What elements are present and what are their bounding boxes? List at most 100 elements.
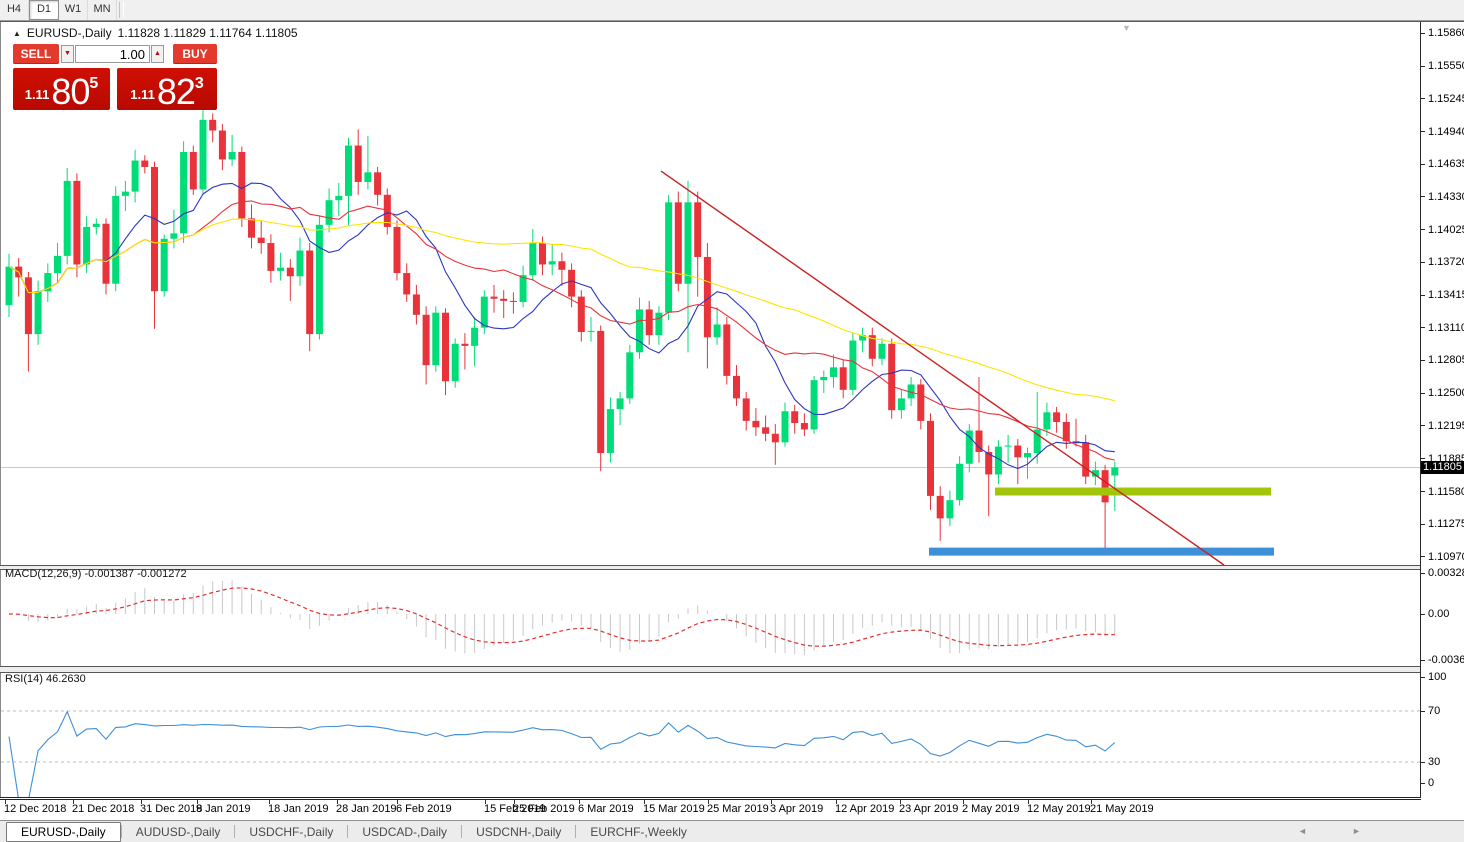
toolbar-separator	[119, 2, 124, 18]
tab-usdcnh-daily[interactable]: USDCNH-,Daily	[462, 823, 575, 841]
price-axis-label: 1.15245	[1428, 93, 1464, 105]
price-axis-label: 1.12500	[1428, 387, 1464, 399]
chart-tab-bar: EURUSD-,DailyAUDUSD-,DailyUSDCHF-,DailyU…	[0, 820, 1464, 842]
date-axis-label: 3 Apr 2019	[770, 803, 823, 815]
date-axis-label: 12 Apr 2019	[835, 803, 894, 815]
price-axis-label: 1.10970	[1428, 551, 1464, 563]
tab-scroll-right-icon[interactable]: ►	[1352, 826, 1361, 836]
buy-price-panel[interactable]: 1.11 82 3	[117, 68, 217, 110]
timeframe-toolbar: H4 D1 W1 MN	[0, 0, 1464, 21]
rsi-panel-splitter[interactable]	[0, 666, 1464, 673]
rsi-axis-label: 70	[1428, 705, 1440, 717]
rsi-axis-tick	[1421, 711, 1425, 712]
tf-button-w1[interactable]: W1	[59, 0, 88, 20]
sell-button[interactable]: SELL	[13, 44, 59, 64]
price-axis-label: 1.13415	[1428, 289, 1464, 301]
macd-indicator-label: MACD(12,26,9) -0.001387 -0.001272	[5, 568, 187, 580]
price-axis-tick	[1421, 196, 1425, 197]
sell-price-panel[interactable]: 1.11 80 5	[13, 68, 110, 110]
rsi-axis-tick	[1421, 783, 1425, 784]
price-axis-tick	[1421, 393, 1425, 394]
one-click-trading-panel: SELL ▼ ▲ BUY 1.11 80 5 1.11 82 3	[12, 44, 218, 110]
tab-usdchf-daily[interactable]: USDCHF-,Daily	[235, 823, 347, 841]
price-axis[interactable]: 1.158601.155501.152451.149401.146351.143…	[1421, 22, 1464, 819]
price-axis-tick	[1421, 229, 1425, 230]
price-axis-label: 1.13720	[1428, 256, 1464, 268]
sell-price-big: 80	[51, 77, 89, 107]
current-price-box: 1.11805	[1421, 461, 1464, 474]
rsi-axis-tick	[1421, 762, 1425, 763]
volume-decrease-button[interactable]: ▼	[61, 45, 74, 63]
macd-axis-tick	[1421, 573, 1425, 574]
buy-price-prefix: 1.11	[130, 87, 155, 102]
price-axis-tick	[1421, 425, 1425, 426]
price-axis-tick	[1421, 131, 1425, 132]
date-axis-label: 2 May 2019	[962, 803, 1019, 815]
price-axis-label: 1.12195	[1428, 420, 1464, 432]
rsi-axis-label: 0	[1428, 777, 1434, 789]
price-axis-label: 1.11580	[1428, 486, 1464, 498]
price-axis-label: 1.12805	[1428, 354, 1464, 366]
price-axis-label: 1.14025	[1428, 224, 1464, 236]
date-axis-label: 31 Dec 2018	[140, 803, 202, 815]
rsi-indicator-label: RSI(14) 46.2630	[5, 673, 86, 685]
macd-axis-tick	[1421, 614, 1425, 615]
date-axis-label: 28 Jan 2019	[336, 803, 397, 815]
buy-button[interactable]: BUY	[173, 44, 217, 64]
price-axis-label: 1.15550	[1428, 60, 1464, 72]
price-axis-tick	[1421, 327, 1425, 328]
price-axis-tick	[1421, 458, 1425, 459]
macd-axis-label: 0.00	[1428, 608, 1449, 620]
rsi-axis-label: 30	[1428, 756, 1440, 768]
date-axis-label: 23 Apr 2019	[899, 803, 958, 815]
rsi-axis-label: 100	[1428, 671, 1446, 683]
chart-ohlc-values: 1.11828 1.11829 1.11764 1.11805	[118, 26, 298, 40]
price-axis-tick	[1421, 360, 1425, 361]
price-axis-tick	[1421, 524, 1425, 525]
price-axis-tick	[1421, 295, 1425, 296]
date-axis-label: 18 Jan 2019	[268, 803, 329, 815]
price-axis-label: 1.14635	[1428, 158, 1464, 170]
price-axis-tick	[1421, 33, 1425, 34]
date-axis-label: 21 Dec 2018	[72, 803, 134, 815]
tab-audusd-daily[interactable]: AUDUSD-,Daily	[122, 823, 235, 841]
sell-price-sup: 5	[89, 75, 98, 93]
mt4-window: { "toolbar": {"buttons": ["H4", "D1", "W…	[0, 0, 1464, 842]
chart-symbol-period: EURUSD-,Daily	[27, 26, 112, 40]
date-axis[interactable]: 12 Dec 2018 21 Dec 2018 31 Dec 20189 Jan 2…	[0, 800, 1420, 819]
volume-input[interactable]	[75, 45, 150, 63]
chart-canvas[interactable]	[1, 22, 1420, 798]
tf-button-h4[interactable]: H4	[0, 0, 29, 20]
volume-increase-button[interactable]: ▲	[151, 45, 164, 63]
price-axis-tick	[1421, 491, 1425, 492]
tab-scroll-left-icon[interactable]: ◄	[1298, 826, 1307, 836]
chart-shift-marker-icon[interactable]: ▼	[1122, 23, 1131, 33]
chart-collapse-icon[interactable]: ▲	[13, 29, 21, 38]
price-axis-tick	[1421, 262, 1425, 263]
tf-button-d1[interactable]: D1	[29, 0, 59, 20]
price-axis-label: 1.15860	[1428, 27, 1464, 39]
date-axis-label: 6 Mar 2019	[578, 803, 634, 815]
buy-price-big: 82	[157, 77, 195, 107]
price-axis-tick	[1421, 98, 1425, 99]
tab-eurusd-daily[interactable]: EURUSD-,Daily	[6, 822, 121, 842]
tab-usdcad-daily[interactable]: USDCAD-,Daily	[348, 823, 461, 841]
sell-price-prefix: 1.11	[25, 87, 50, 102]
date-axis-label: 12 Dec 2018	[4, 803, 66, 815]
price-axis-tick	[1421, 66, 1425, 67]
macd-axis-label: 0.003287	[1428, 567, 1464, 579]
price-axis-tick	[1421, 164, 1425, 165]
date-axis-label: 12 May 2019	[1027, 803, 1091, 815]
price-axis-tick	[1421, 556, 1425, 557]
price-axis-label: 1.11275	[1428, 518, 1464, 530]
date-axis-label: 9 Jan 2019	[196, 803, 250, 815]
macd-panel-splitter[interactable]	[0, 565, 1464, 570]
rsi-axis-tick	[1421, 677, 1425, 678]
date-axis-label: 6 Feb 2019	[396, 803, 452, 815]
macd-axis-label: -0.003659	[1428, 654, 1464, 666]
date-axis-label: 21 May 2019	[1090, 803, 1154, 815]
tf-button-mn[interactable]: MN	[88, 0, 117, 20]
tab-eurchf-weekly[interactable]: EURCHF-,Weekly	[576, 823, 700, 841]
price-axis-label: 1.14940	[1428, 126, 1464, 138]
price-axis-label: 1.13110	[1428, 322, 1464, 334]
